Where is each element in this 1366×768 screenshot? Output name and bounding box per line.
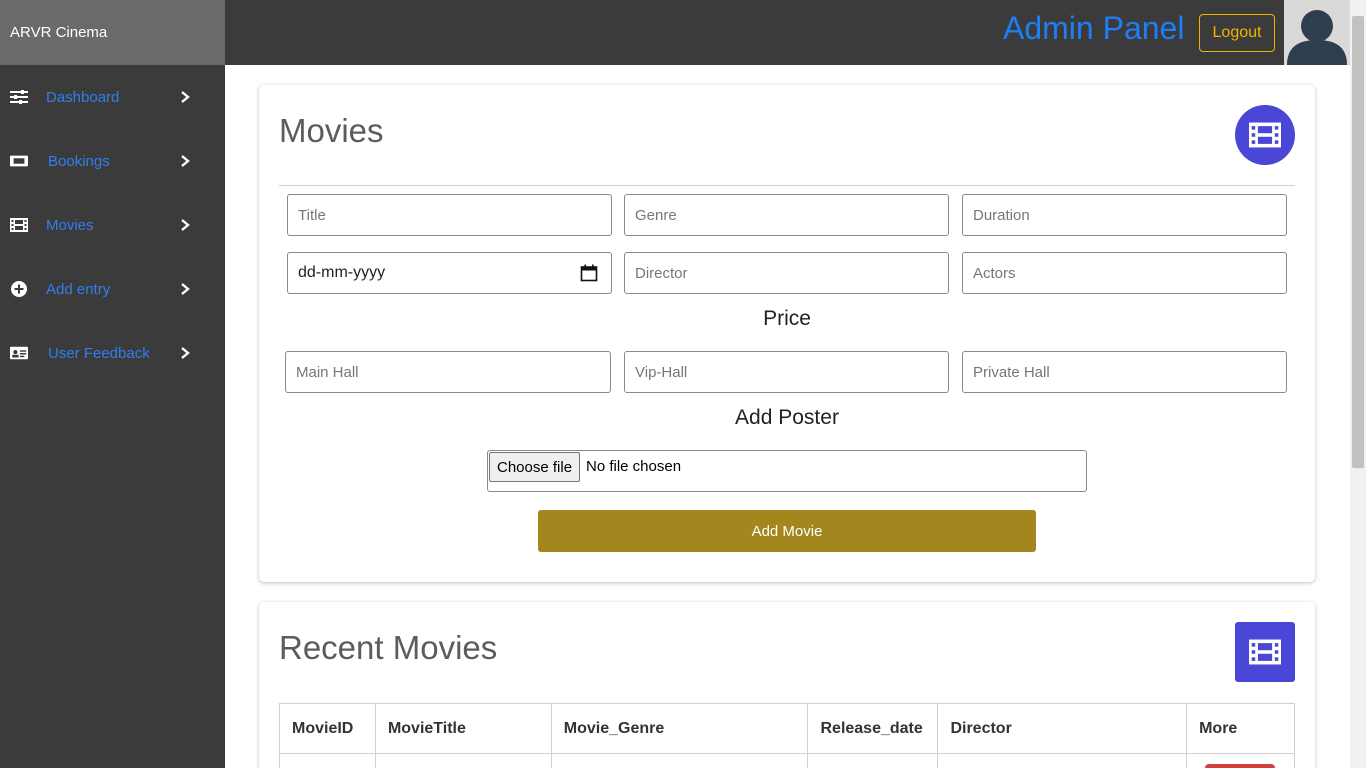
more-button[interactable] bbox=[1205, 764, 1276, 768]
chevron-right-icon bbox=[181, 347, 190, 359]
sidebar-item-label: Add entry bbox=[46, 280, 111, 298]
sidebar-item-label: Movies bbox=[46, 216, 94, 234]
poster-label: Add Poster bbox=[735, 406, 839, 429]
avatar[interactable] bbox=[1284, 0, 1350, 65]
table-cell bbox=[550, 753, 809, 768]
id-card-icon bbox=[10, 344, 28, 362]
table-row bbox=[279, 753, 1295, 768]
column-header: MovieID bbox=[279, 703, 376, 754]
table-cell bbox=[279, 753, 376, 768]
private-hall-price-input[interactable] bbox=[962, 351, 1287, 393]
chevron-right-icon bbox=[181, 155, 190, 167]
table-cell bbox=[937, 753, 1188, 768]
sidebar-item-label: User Feedback bbox=[48, 344, 150, 362]
chevron-right-icon bbox=[181, 91, 190, 103]
film-icon bbox=[1235, 105, 1295, 165]
sliders-icon bbox=[10, 88, 28, 106]
price-label: Price bbox=[763, 307, 811, 330]
poster-file-input[interactable]: Choose file No file chosen bbox=[487, 450, 1087, 492]
date-value: dd-mm-yyyy bbox=[298, 264, 386, 281]
chevron-right-icon bbox=[181, 219, 190, 231]
main-hall-price-input[interactable] bbox=[285, 351, 611, 393]
brand-name[interactable]: ARVR Cinema bbox=[0, 0, 225, 65]
column-header: Release_date bbox=[807, 703, 939, 754]
movies-form-card: Movies dd-mm-yyyy Price Add Poster Choos… bbox=[259, 85, 1315, 582]
sidebar-item-label: Dashboard bbox=[46, 88, 120, 106]
divider bbox=[279, 185, 1295, 186]
title-input[interactable] bbox=[287, 194, 612, 236]
calendar-icon[interactable] bbox=[580, 264, 598, 282]
sidebar-item-dashboard[interactable]: Dashboard bbox=[0, 77, 225, 117]
file-status: No file chosen bbox=[586, 458, 682, 475]
recent-movies-card: Recent Movies MovieID MovieTitle Movie_G… bbox=[259, 602, 1315, 768]
column-header: Movie_Genre bbox=[550, 703, 809, 754]
plus-circle-icon bbox=[10, 280, 28, 298]
sidebar-item-movies[interactable]: Movies bbox=[0, 205, 225, 245]
actors-input[interactable] bbox=[962, 252, 1287, 294]
table-cell bbox=[1186, 753, 1295, 768]
sidebar-item-bookings[interactable]: Bookings bbox=[0, 141, 225, 181]
card-title: Recent Movies bbox=[279, 629, 498, 666]
column-header: More bbox=[1186, 703, 1295, 754]
release-date-input[interactable]: dd-mm-yyyy bbox=[287, 252, 612, 294]
sidebar-item-label: Bookings bbox=[48, 152, 110, 170]
column-header: Director bbox=[937, 703, 1188, 754]
top-bar: Admin Panel Logout bbox=[225, 0, 1350, 65]
film-icon bbox=[10, 216, 28, 234]
recent-movies-table: MovieID MovieTitle Movie_Genre Release_d… bbox=[279, 703, 1295, 768]
sidebar-item-user-feedback[interactable]: User Feedback bbox=[0, 333, 225, 373]
table-cell bbox=[807, 753, 939, 768]
logout-button[interactable]: Logout bbox=[1199, 14, 1275, 52]
table-cell bbox=[374, 753, 552, 768]
duration-input[interactable] bbox=[962, 194, 1287, 236]
director-input[interactable] bbox=[624, 252, 949, 294]
sidebar-item-add-entry[interactable]: Add entry bbox=[0, 269, 225, 309]
vip-hall-price-input[interactable] bbox=[624, 351, 949, 393]
column-header: MovieTitle bbox=[374, 703, 552, 754]
film-icon bbox=[1235, 622, 1295, 682]
page-title: Admin Panel bbox=[1003, 10, 1185, 46]
card-title: Movies bbox=[279, 112, 384, 149]
add-movie-button[interactable]: Add Movie bbox=[538, 510, 1036, 552]
user-avatar-icon bbox=[1287, 10, 1347, 65]
page-scrollbar[interactable] bbox=[1350, 0, 1366, 768]
genre-input[interactable] bbox=[624, 194, 949, 236]
ticket-icon bbox=[10, 152, 28, 170]
sidebar: ARVR Cinema Dashboard Bookings Movies Ad… bbox=[0, 0, 225, 768]
choose-file-button[interactable]: Choose file bbox=[489, 452, 581, 482]
table-header-row: MovieID MovieTitle Movie_Genre Release_d… bbox=[279, 703, 1295, 754]
scrollbar-thumb[interactable] bbox=[1352, 16, 1364, 468]
chevron-right-icon bbox=[181, 283, 190, 295]
